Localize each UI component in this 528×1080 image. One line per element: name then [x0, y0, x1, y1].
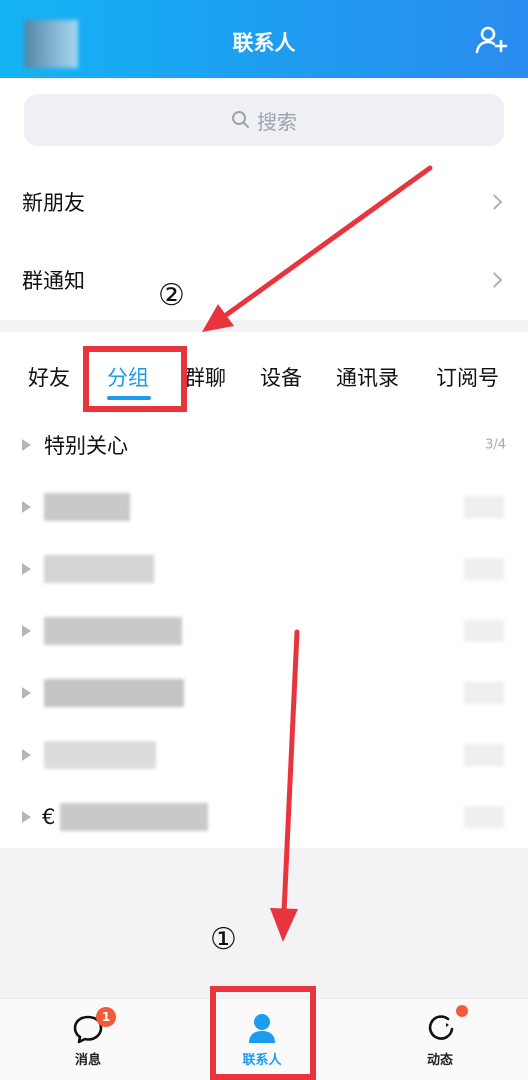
expand-arrow-icon: [22, 501, 31, 513]
contact-tabs: 好友 分组 群聊 设备 通讯录 订阅号: [0, 332, 528, 422]
tab-group-chats[interactable]: 群聊: [184, 362, 226, 392]
group-notifications-row[interactable]: 群通知: [0, 242, 528, 318]
page-title: 联系人: [232, 31, 296, 55]
highlight-box-groups-tab: [83, 346, 187, 412]
new-friends-label: 新朋友: [22, 191, 85, 215]
blurred-group-count: [464, 558, 504, 580]
top-bar: 联系人: [0, 0, 528, 78]
blurred-group-name: [44, 493, 130, 521]
group-notifications-label: 群通知: [22, 269, 85, 293]
contacts-list-section: 好友 分组 群聊 设备 通讯录 订阅号 特别关心 3/4 €: [0, 332, 528, 848]
blurred-group-name: [44, 741, 156, 769]
blurred-group-name: [60, 803, 208, 831]
tab-subscriptions[interactable]: 订阅号: [436, 362, 499, 392]
expand-arrow-icon: [22, 439, 31, 451]
expand-arrow-icon: [22, 749, 31, 761]
nav-messages[interactable]: 1 消息: [28, 999, 148, 1080]
blurred-group-count: [464, 744, 504, 766]
add-contact-icon[interactable]: [474, 24, 508, 58]
chevron-right-icon: [486, 194, 503, 210]
blurred-group-name: [44, 679, 184, 707]
contacts-top-section: 搜索 新朋友 群通知: [0, 78, 528, 320]
expand-arrow-icon: [22, 625, 31, 637]
star-refresh-icon: [428, 1015, 454, 1040]
group-name-prefix: €: [42, 805, 56, 829]
chevron-right-icon: [486, 272, 503, 288]
tab-address-book[interactable]: 通讯录: [336, 362, 399, 392]
search-input[interactable]: 搜索: [24, 94, 504, 146]
notification-dot: [456, 1005, 468, 1017]
nav-moments-label: 动态: [426, 1053, 453, 1068]
blurred-group-count: [464, 620, 504, 642]
highlight-box-contacts-nav: [210, 986, 316, 1080]
expand-arrow-icon: [22, 687, 31, 699]
blurred-group-name: [44, 617, 182, 645]
nav-messages-label: 消息: [74, 1053, 101, 1068]
group-row-special[interactable]: 特别关心 3/4: [0, 414, 528, 476]
nav-moments[interactable]: 动态: [380, 999, 500, 1080]
tab-devices[interactable]: 设备: [260, 362, 302, 392]
expand-arrow-icon: [22, 563, 31, 575]
step-2-label: ②: [158, 278, 185, 313]
blurred-group-name: [44, 555, 154, 583]
group-count: 3/4: [485, 437, 506, 453]
group-row[interactable]: [0, 724, 528, 786]
unread-badge: 1: [96, 1007, 116, 1027]
group-row[interactable]: [0, 600, 528, 662]
group-row[interactable]: [0, 538, 528, 600]
blurred-group-count: [464, 682, 504, 704]
group-name: 特别关心: [44, 434, 128, 458]
tab-friends[interactable]: 好友: [28, 362, 70, 392]
blurred-group-count: [464, 496, 504, 518]
group-row[interactable]: €: [0, 786, 528, 848]
group-row[interactable]: [0, 476, 528, 538]
step-1-label: ①: [210, 922, 237, 957]
search-placeholder: 搜索: [257, 109, 297, 134]
new-friends-row[interactable]: 新朋友: [0, 164, 528, 240]
expand-arrow-icon: [22, 811, 31, 823]
group-row[interactable]: [0, 662, 528, 724]
search-icon: [232, 111, 249, 128]
blurred-group-count: [464, 806, 504, 828]
